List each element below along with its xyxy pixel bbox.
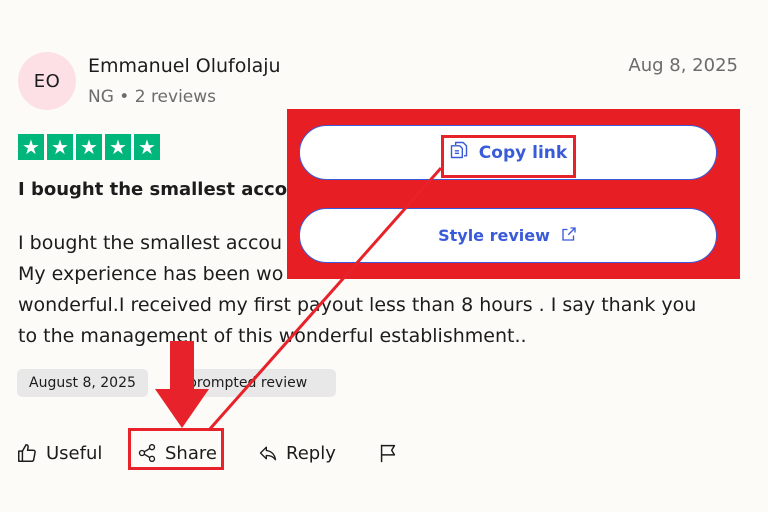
star-icon: ★ [76,134,102,160]
reply-label: Reply [286,442,336,464]
avatar-initials: EO [33,70,61,92]
star-icon: ★ [47,134,73,160]
star-icon: ★ [134,134,160,160]
review-actions: Useful Share Reply [0,436,768,470]
useful-label: Useful [46,442,103,464]
share-popup: Copy link Style review [287,109,740,279]
useful-button[interactable]: Useful [16,436,102,470]
star-icon: ★ [18,134,44,160]
reply-button[interactable]: Reply [258,436,336,470]
star-rating: ★ ★ ★ ★ ★ [18,134,160,160]
style-review-label: Style review [438,226,550,245]
flag-icon [377,441,399,465]
avatar: EO [18,52,76,110]
review-title: I bought the smallest acco [18,179,288,200]
reply-icon [258,443,278,463]
copy-link-highlight-box [441,135,576,178]
review-date: Aug 8, 2025 [628,55,738,76]
thumbs-up-icon [16,442,38,464]
report-button[interactable] [377,436,399,470]
style-review-button[interactable]: Style review [299,208,717,263]
reviewer-name[interactable]: Emmanuel Olufolaju [88,55,281,77]
star-icon: ★ [105,134,131,160]
share-highlight-box [128,428,224,470]
external-link-icon [560,225,578,247]
review-body-line: to the management of this wonderful esta… [18,325,527,347]
reviewer-meta: NG • 2 reviews [88,87,217,107]
review-type-chip[interactable]: prompted review [176,369,336,397]
review-body-line: wonderful.I received my first payout les… [18,294,697,316]
date-of-experience-chip: August 8, 2025 [17,369,148,397]
